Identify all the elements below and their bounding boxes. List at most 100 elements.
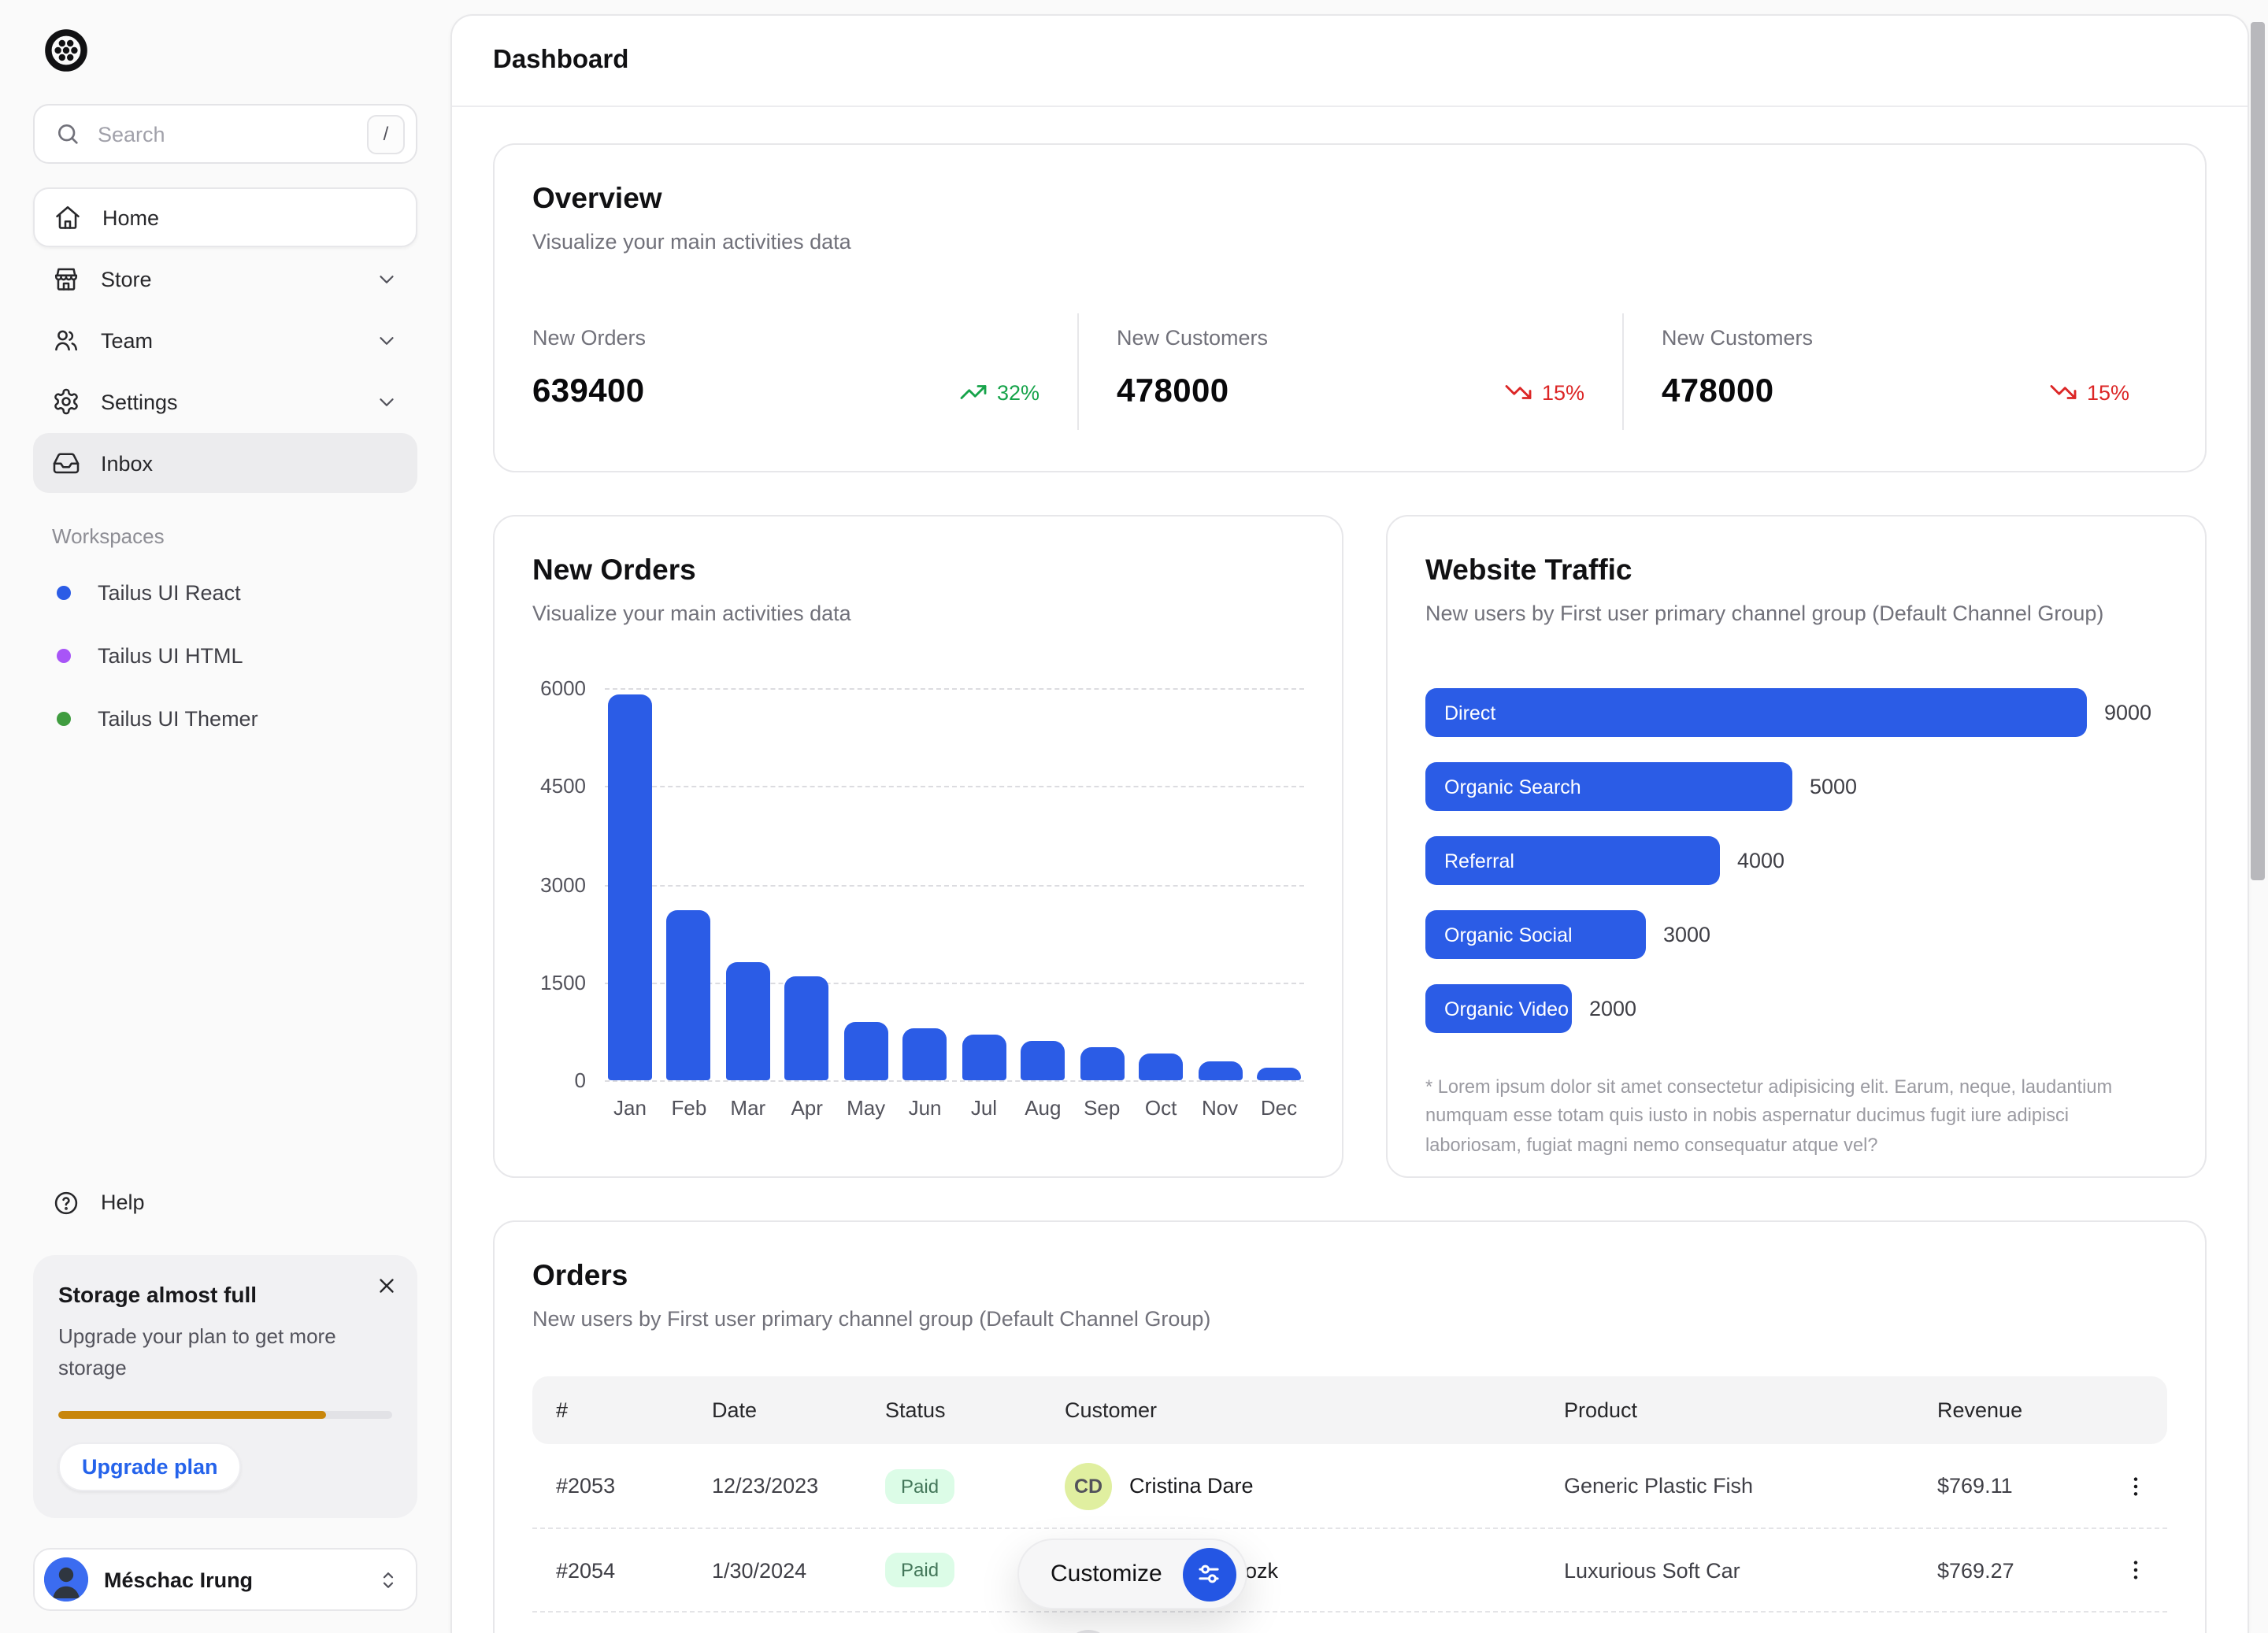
page-title: Dashboard xyxy=(493,46,628,76)
table-row: #2055 6/8/2024 Paid PK Paulette Kovacek … xyxy=(532,1611,2167,1633)
y-tick-label: 1500 xyxy=(540,971,586,994)
bar-feb xyxy=(667,910,711,1080)
status-badge: Paid xyxy=(885,1468,954,1503)
traffic-bar-organic-video: Organic Video xyxy=(1425,984,1572,1033)
user-name: Méschac Irung xyxy=(104,1568,253,1591)
y-axis-labels: 60004500300015000 xyxy=(532,688,605,1080)
help-circle-icon xyxy=(52,1188,80,1216)
close-icon[interactable] xyxy=(375,1273,398,1297)
traffic-bars: Direct9000Organic Search5000Referral4000… xyxy=(1425,688,2167,1033)
storage-progress-bar xyxy=(58,1411,392,1419)
main-panel: Dashboard Overview Visualize your main a… xyxy=(450,14,2249,1633)
website-traffic-title: Website Traffic xyxy=(1425,553,2167,587)
app-logo-icon xyxy=(44,28,417,72)
overview-stat: New Customers 478000 15% xyxy=(1622,313,2167,430)
bar-may xyxy=(844,1021,888,1080)
x-tick-label: Jan xyxy=(608,1096,652,1120)
search-icon xyxy=(55,121,80,146)
workspace-item-tailus-ui-themer[interactable]: Tailus UI Themer xyxy=(33,687,417,750)
overview-stat: New Customers 478000 15% xyxy=(1077,313,1622,430)
order-product: Generic Plastic Fish xyxy=(1564,1474,1937,1498)
x-tick-label: Feb xyxy=(667,1096,711,1120)
storage-progress-fill xyxy=(58,1411,325,1419)
new-orders-chart-subtitle: Visualize your main activities data xyxy=(532,602,1304,625)
workspace-item-tailus-ui-html[interactable]: Tailus UI HTML xyxy=(33,624,417,687)
bar-dec xyxy=(1257,1067,1301,1080)
column-header-id: # xyxy=(556,1398,712,1422)
user-menu[interactable]: Méschac Irung xyxy=(33,1548,417,1611)
sidebar-item-team[interactable]: Team xyxy=(33,310,417,370)
traffic-bar-value: 2000 xyxy=(1589,997,1636,1020)
new-orders-chart-title: New Orders xyxy=(532,553,1304,587)
workspace-label: Tailus UI React xyxy=(98,580,241,604)
order-date: 1/30/2024 xyxy=(712,1558,885,1582)
traffic-bar-row: Referral4000 xyxy=(1425,836,2167,885)
sidebar-item-home[interactable]: Home xyxy=(33,187,417,247)
workspace-label: Tailus UI Themer xyxy=(98,706,258,730)
traffic-bar-row: Organic Social3000 xyxy=(1425,910,2167,959)
x-tick-label: Jun xyxy=(903,1096,947,1120)
traffic-bar-row: Organic Video 2000 xyxy=(1425,984,2167,1033)
order-id: #2053 xyxy=(556,1474,712,1498)
avatar: PK xyxy=(1065,1630,1112,1633)
help-button[interactable]: Help xyxy=(33,1172,417,1232)
y-tick-label: 3000 xyxy=(540,872,586,896)
traffic-bar-organic-search: Organic Search xyxy=(1425,762,1792,811)
vertical-scrollbar[interactable] xyxy=(2249,16,2268,1633)
sidebar-item-inbox[interactable]: Inbox xyxy=(33,433,417,493)
workspace-item-tailus-ui-react[interactable]: Tailus UI React xyxy=(33,561,417,624)
sidebar-item-store[interactable]: Store xyxy=(33,249,417,309)
row-menu-icon[interactable] xyxy=(2117,1467,2155,1505)
storefront-icon xyxy=(52,265,80,293)
order-id: #2054 xyxy=(556,1558,712,1582)
sidebar-item-label: Settings xyxy=(101,390,178,413)
column-header-customer: Customer xyxy=(1065,1398,1564,1422)
stat-delta: 15% xyxy=(1504,378,1584,406)
table-row: #2054 1/30/2024 Paid CW Chester Wisozk L… xyxy=(532,1527,2167,1611)
customize-label: Customize xyxy=(1051,1561,1162,1587)
stat-value: 478000 xyxy=(1662,373,1774,411)
column-header-date: Date xyxy=(712,1398,885,1422)
bar-jul xyxy=(962,1035,1006,1080)
column-header-product: Product xyxy=(1564,1398,1937,1422)
upgrade-plan-button[interactable]: Upgrade plan xyxy=(58,1442,242,1491)
orders-title: Orders xyxy=(532,1258,2167,1293)
customize-button[interactable]: Customize xyxy=(1017,1539,1247,1609)
bar-mar xyxy=(726,963,770,1080)
overview-subtitle: Visualize your main activities data xyxy=(532,230,2167,254)
sidebar-item-label: Home xyxy=(102,206,159,229)
x-tick-label: Oct xyxy=(1139,1096,1183,1120)
bar-oct xyxy=(1139,1054,1183,1080)
overview-stats: New Orders 639400 32% New Customers 4780… xyxy=(532,313,2167,430)
sidebar-nav: Home Store Team Settings xyxy=(33,187,417,493)
column-header-revenue: Revenue xyxy=(1937,1398,2117,1422)
gear-icon xyxy=(52,387,80,416)
avatar xyxy=(44,1557,88,1602)
bar-sep xyxy=(1080,1048,1124,1081)
stat-value: 639400 xyxy=(532,373,645,411)
order-revenue: $769.27 xyxy=(1937,1558,2117,1582)
order-revenue: $769.11 xyxy=(1937,1474,2117,1498)
scrollbar-thumb[interactable] xyxy=(2251,22,2265,880)
search-input[interactable] xyxy=(94,120,353,147)
storage-alert-card: Storage almost full Upgrade your plan to… xyxy=(33,1254,417,1518)
row-menu-icon[interactable] xyxy=(2117,1551,2155,1589)
trending-down-icon xyxy=(1504,378,1532,406)
orders-table: # Date Status Customer Product Revenue #… xyxy=(532,1376,2167,1633)
search-box[interactable]: / xyxy=(33,104,417,164)
x-tick-label: Aug xyxy=(1021,1096,1065,1120)
sidebar-item-label: Team xyxy=(101,328,153,352)
traffic-footnote: * Lorem ipsum dolor sit amet consectetur… xyxy=(1425,1072,2167,1159)
stat-value: 478000 xyxy=(1117,373,1229,411)
traffic-bar-organic-social: Organic Social xyxy=(1425,910,1646,959)
bar-jun xyxy=(903,1028,947,1080)
bar-nov xyxy=(1198,1061,1242,1080)
stat-delta-value: 15% xyxy=(2087,380,2129,404)
workspaces-heading: Workspaces xyxy=(33,524,417,548)
sidebar-item-settings[interactable]: Settings xyxy=(33,372,417,431)
bar-jan xyxy=(608,694,652,1080)
x-tick-label: Dec xyxy=(1257,1096,1301,1120)
workspace-label: Tailus UI HTML xyxy=(98,643,243,667)
traffic-bar-value: 9000 xyxy=(2104,701,2151,724)
table-row: #2053 12/23/2023 Paid CD Cristina Dare G… xyxy=(532,1444,2167,1527)
